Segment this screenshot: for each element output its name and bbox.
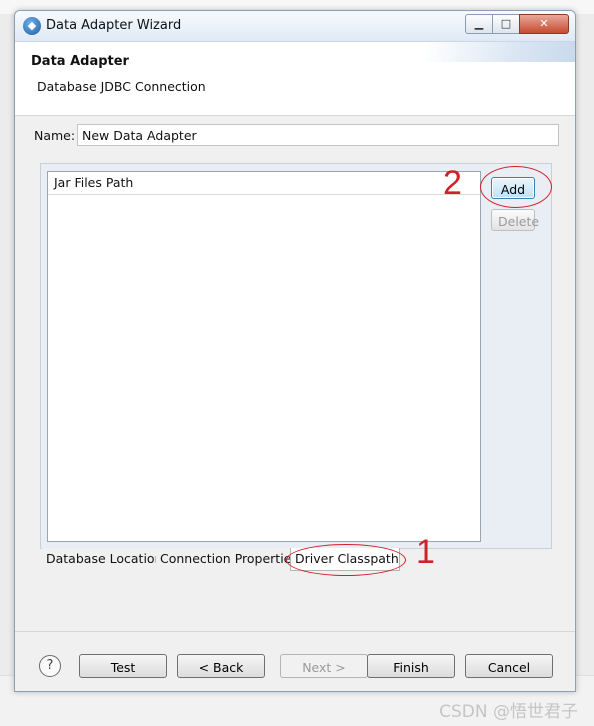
driver-classpath-panel: Jar Files Path Add Delete <box>40 163 552 549</box>
watermark: CSDN @悟世君子 <box>439 702 578 722</box>
help-icon[interactable]: ? <box>39 655 61 677</box>
annotation-ellipse-add <box>480 166 552 208</box>
footer-divider <box>15 631 575 632</box>
jar-files-table[interactable]: Jar Files Path <box>47 171 481 542</box>
annotation-ellipse-driver-tab <box>286 544 406 576</box>
wizard-header: Data Adapter Database JDBC Connection <box>15 42 575 116</box>
window-title: Data Adapter Wizard <box>46 18 182 33</box>
annotation-number-1: 1 <box>416 533 435 571</box>
next-button[interactable]: Next > <box>280 654 368 678</box>
tab-connection-properties[interactable]: Connection Properties <box>156 548 298 570</box>
cancel-button[interactable]: Cancel <box>465 654 553 678</box>
close-button[interactable]: ✕ <box>519 14 569 34</box>
minimize-button[interactable]: ▁ <box>465 14 493 34</box>
annotation-number-2: 2 <box>443 164 462 202</box>
finish-button[interactable]: Finish <box>367 654 455 678</box>
delete-button[interactable]: Delete <box>491 209 539 231</box>
name-label: Name: <box>34 128 76 143</box>
title-bar: ◆ Data Adapter Wizard ▁ □ ✕ <box>15 11 575 42</box>
jar-files-column-header[interactable]: Jar Files Path <box>48 172 480 195</box>
page-subtitle: Database JDBC Connection <box>37 79 206 94</box>
app-icon: ◆ <box>23 17 41 35</box>
tab-database-location[interactable]: Database Location <box>42 548 163 570</box>
wizard-window: ◆ Data Adapter Wizard ▁ □ ✕ Data Adapter… <box>14 10 576 692</box>
maximize-button[interactable]: □ <box>492 14 520 34</box>
name-input[interactable] <box>77 124 559 146</box>
page-title: Data Adapter <box>31 54 129 69</box>
back-button[interactable]: < Back <box>177 654 265 678</box>
test-button[interactable]: Test <box>79 654 167 678</box>
header-decoration <box>425 42 575 62</box>
